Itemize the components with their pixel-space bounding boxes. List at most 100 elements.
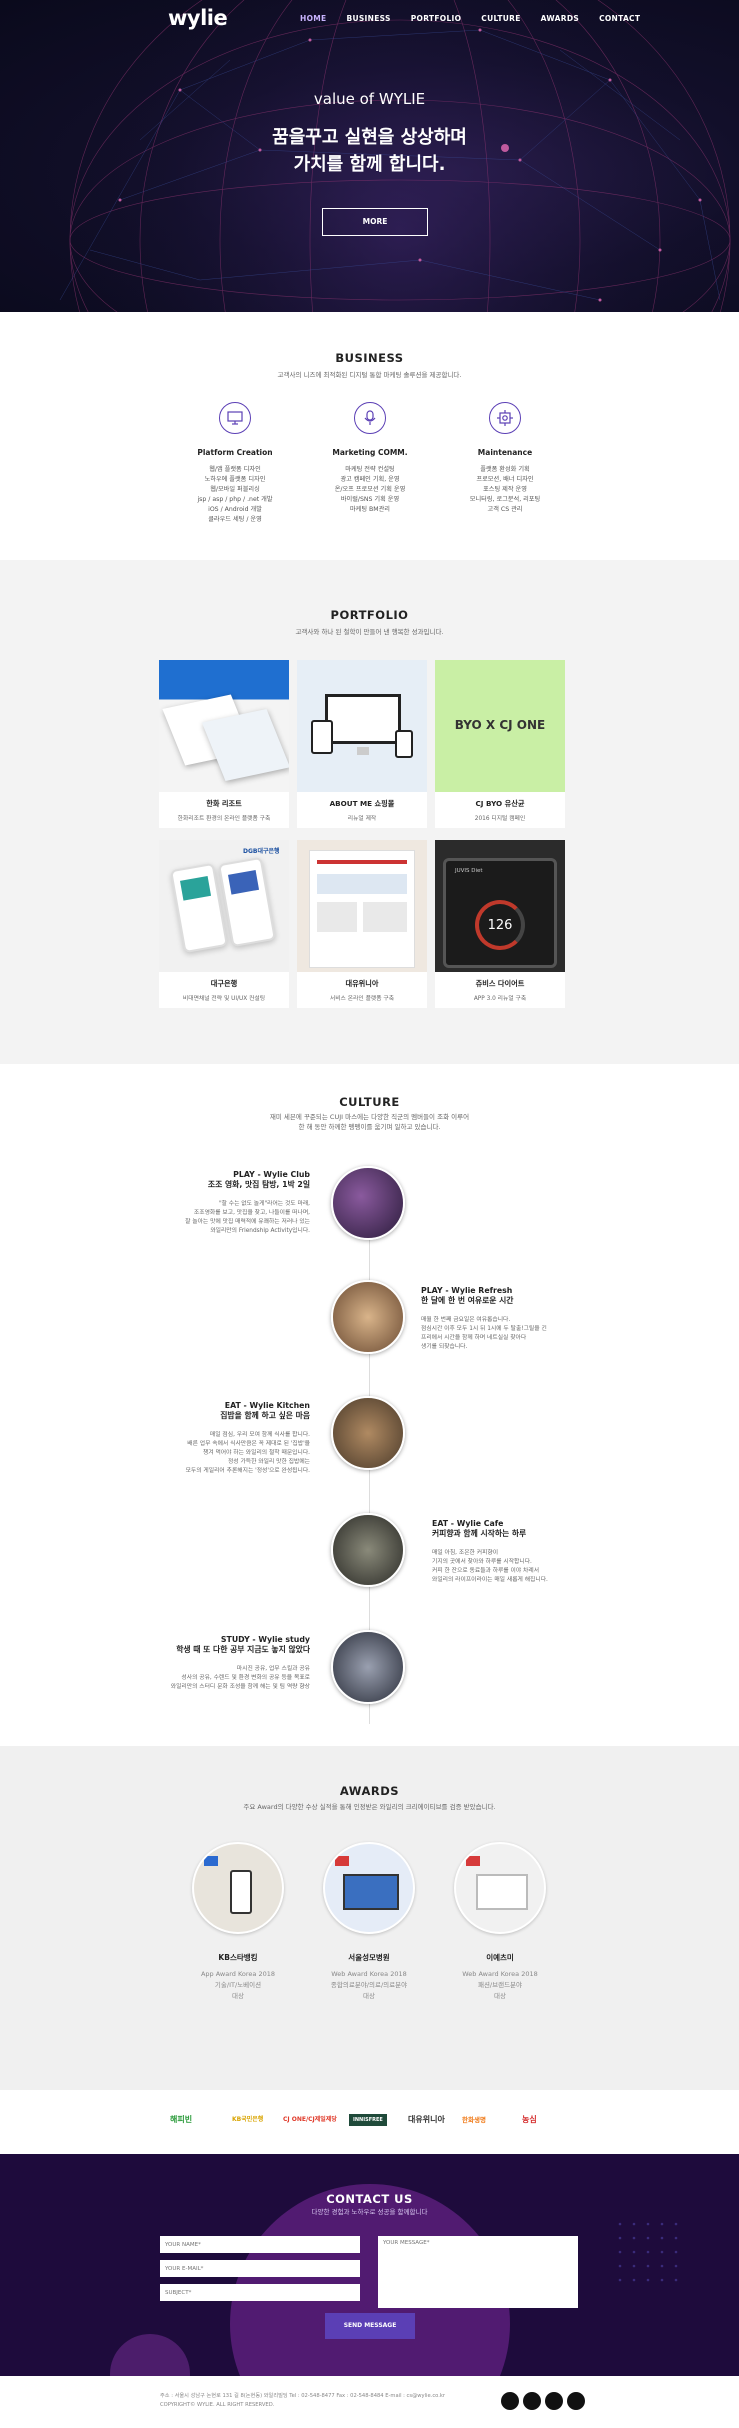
service-line: 고객 CS 관리 (487, 506, 523, 513)
service-line: 바이럴/SNS 기획 운영 (340, 496, 400, 503)
portfolio-thumbnail (297, 660, 427, 792)
service-line: 웹/모바일 퍼블리싱 (210, 486, 260, 493)
service-maintenance: Maintenance 플랫폼 환성화 기획 프로모션, 배너 디자인 포스팅 … (430, 402, 580, 515)
desc-line: 마시진 공유, 업무 스킬과 공유 (236, 1666, 310, 1672)
award-line: Web Award Korea 2018 (462, 1970, 538, 1978)
subject-input[interactable] (160, 2284, 360, 2301)
desc-line: 생기를 되찾습니다. (421, 1344, 468, 1350)
nav-item-contact[interactable]: CONTACT (599, 14, 640, 23)
portfolio-card-title: 대유위니아 (345, 979, 379, 988)
partner-logo-innisfree: INNISFREE (349, 2114, 387, 2126)
culture-item-cafe: EAT - Wylie Cafe 커피향과 함께 시작하는 하루 매일 아침, … (432, 1519, 592, 1585)
business-description: 고객사의 니즈에 최적화된 디지털 통합 마케팅 솔루션을 제공합니다. (277, 371, 462, 379)
award-line: 종합의료분야/의료/의료분야 (330, 1981, 408, 1989)
partner-logo-kb: KB국민은행 (232, 2116, 264, 2123)
award-image (454, 1842, 546, 1934)
portfolio-card-hanwha[interactable]: 한화 리조트 한화리조트 환경의 온라인 플랫폼 구축 (159, 660, 289, 828)
culture-item-title: STUDY - Wylie study (220, 1635, 310, 1644)
blog-icon[interactable] (545, 2392, 563, 2410)
portfolio-thumbnail (159, 660, 289, 792)
desc-line: 정성 가득한 와일리 맛한 집밥에는 (227, 1459, 310, 1465)
culture-item-title: EAT - Wylie Kitchen (224, 1401, 310, 1410)
more-button[interactable]: MORE (322, 208, 428, 236)
service-line: 마케팅 전략 컨설팅 (345, 466, 395, 473)
name-input[interactable] (160, 2236, 360, 2253)
service-line: 모니터링, 로그분석, 리포팅 (469, 496, 541, 503)
wylie-logo[interactable]: wylie (168, 6, 228, 30)
portfolio-description: 고객사와 하나 된 철학이 만들어 낸 행복한 성과입니다. (295, 628, 444, 636)
desc-line: 와일리만의 Friendship Activity입니다. (210, 1228, 310, 1234)
culture-item-description: 마시진 공유, 업무 스킬과 공유 성사의 공유, 수렌드 및 환경 변화의 공… (150, 1665, 310, 1692)
message-textarea[interactable] (378, 2236, 578, 2308)
desc-line: 챙겨 먹어야 하는 와일리의 철학 때문입니다. (202, 1450, 310, 1456)
culture-title: CULTURE (339, 1095, 400, 1109)
service-line: 클라우드 세팅 / 운영 (208, 516, 262, 523)
youtube-icon[interactable] (567, 2392, 585, 2410)
portfolio-card-subtitle: 비대면채널 전략 및 UI/UX 컨설팅 (182, 996, 266, 1002)
hero-title-line2: 가치를 함께 합니다. (293, 154, 446, 175)
service-list: 플랫폼 환성화 기획 프로모션, 배너 디자인 포스팅 제작 운영 모니터링, … (430, 465, 580, 515)
culture-item-subtitle: 한 달에 한 번 여유로운 시간 (421, 1296, 514, 1305)
footer: 주소 : 서울시 성남구 논현로 131 길 8(논현동) 와일리빌딩 Tel … (0, 2376, 739, 2428)
culture-item-subtitle: 학생 때 또 다한 공부 지금도 놓지 않았다 (176, 1645, 310, 1654)
service-line: jsp / asp / php / .net 개발 (197, 496, 273, 503)
portfolio-card-cjbyo[interactable]: BYO X CJ ONE CJ BYO 유산균 2016 디지털 캠페인 (435, 660, 565, 828)
send-message-button[interactable]: SEND MESSAGE (325, 2313, 415, 2339)
business-section: BUSINESS 고객사의 니즈에 최적화된 디지털 통합 마케팅 솔루션을 제… (0, 312, 739, 560)
nav-item-culture[interactable]: CULTURE (481, 14, 520, 23)
culture-item-study: STUDY - Wylie study 학생 때 또 다한 공부 지금도 놓지 … (150, 1635, 310, 1692)
portfolio-section: PORTFOLIO 고객사와 하나 된 철학이 만들어 낸 행복한 성과입니다.… (0, 560, 739, 1064)
main-menu: HOME BUSINESS PORTFOLIO CULTURE AWARDS C… (300, 14, 660, 23)
desc-line: 매일 아침, 조은한 커피향이 (432, 1550, 499, 1556)
portfolio-card-juvis[interactable]: JUVIS Diet 126 쥬비스 다이어트 APP 3.0 리뉴얼 구축 (435, 840, 565, 1008)
award-line: 기술/IT/노베이션 (214, 1981, 262, 1989)
award-line: 대상 (494, 1992, 506, 2000)
nav-item-awards[interactable]: AWARDS (541, 14, 579, 23)
service-line: 플랫폼 환성화 기획 (480, 466, 530, 473)
service-line: iOS / Android 개발 (208, 506, 262, 513)
service-line: 웹/앱 플랫폼 디자인 (209, 466, 261, 473)
culture-desc-line: 한 해 동안 하께한 펭펭이를 움기며 일하고 있습니다. (298, 1123, 441, 1131)
facebook-icon[interactable] (501, 2392, 519, 2410)
nav-item-portfolio[interactable]: PORTFOLIO (411, 14, 462, 23)
partner-logo-happybean: 해피빈 (170, 2115, 193, 2124)
microphone-icon (354, 402, 386, 434)
club-photo (331, 1166, 405, 1240)
portfolio-thumbnail: DGB대구은행 (159, 840, 289, 972)
award-kb: KB스타뱅킹 App Award Korea 2018 기술/IT/노베이션 대… (168, 1842, 308, 2002)
portfolio-thumbnail: JUVIS Diet 126 (435, 840, 565, 972)
email-input[interactable] (160, 2260, 360, 2277)
desc-line: 매일 점심, 우리 모여 함께 식사를 합니다. (209, 1432, 310, 1438)
award-title: 서울성모병원 (348, 1953, 390, 1962)
culture-item-description: 매일 아침, 조은한 커피향이 기지의 곳에서 찾아와 하루를 시작합니다. 커… (432, 1549, 592, 1585)
portfolio-card-dgb[interactable]: DGB대구은행 대구은행 비대면채널 전략 및 UI/UX 컨설팅 (159, 840, 289, 1008)
top-navigation: wylie HOME BUSINESS PORTFOLIO CULTURE AW… (0, 0, 739, 40)
culture-item-refresh: PLAY - Wylie Refresh 한 달에 한 번 여유로운 시간 매월… (421, 1286, 581, 1352)
nav-item-business[interactable]: BUSINESS (346, 14, 390, 23)
portfolio-card-aboutme[interactable]: ABOUT ME 쇼핑몰 리뉴얼 제작 (297, 660, 427, 828)
culture-item-subtitle: 커피향과 함께 시작하는 하루 (432, 1529, 527, 1538)
portfolio-card-subtitle: 리뉴얼 제작 (347, 816, 377, 822)
portfolio-card-subtitle: APP 3.0 리뉴얼 구축 (473, 996, 527, 1002)
maintenance-icon (489, 402, 521, 434)
instagram-icon[interactable] (523, 2392, 541, 2410)
culture-item-title: PLAY - Wylie Refresh (421, 1286, 513, 1295)
portfolio-thumbnail (297, 840, 427, 972)
culture-description: 재미 세븐에 꾸준되는 CUJI 마스에는 다양한 직군의 멤버들이 조화 이루… (0, 1112, 739, 1132)
desc-line: 모두의 게일리어 추론해지는 '정성'으로 완성됩니다. (185, 1468, 310, 1474)
culture-item-description: 매월 한 번째 금요일은 여유롭습니다. 점심시간 이후 모두 1시 뒤 1시에… (421, 1316, 581, 1352)
award-details: App Award Korea 2018 기술/IT/노베이션 대상 (168, 1969, 308, 2002)
partner-logo-cj: CJ ONE/CJ제일제당 (283, 2116, 337, 2123)
portfolio-card-title: ABOUT ME 쇼핑몰 (329, 799, 395, 808)
partner-logo-nongshim: 농심 (522, 2115, 537, 2124)
service-line: 포스팅 제작 운영 (483, 486, 527, 493)
awards-title: AWARDS (339, 1784, 400, 1798)
juvis-metric: 126 (487, 918, 513, 933)
award-line: Web Award Korea 2018 (331, 1970, 407, 1978)
desc-line: 기지의 곳에서 찾아와 하루를 시작합니다. (432, 1559, 532, 1565)
contact-description: 다양한 경험과 노하우로 성공을 함께합니다 (311, 2208, 428, 2216)
desc-line: 와일리의 라이프이라이는 매일 새롭게 해집니다. (432, 1577, 548, 1583)
portfolio-card-winia[interactable]: 대유위니아 서비스 온라인 플랫폼 구축 (297, 840, 427, 1008)
award-details: Web Award Korea 2018 종합의료분야/의료/의료분야 대상 (299, 1969, 439, 2002)
nav-item-home[interactable]: HOME (300, 14, 326, 23)
